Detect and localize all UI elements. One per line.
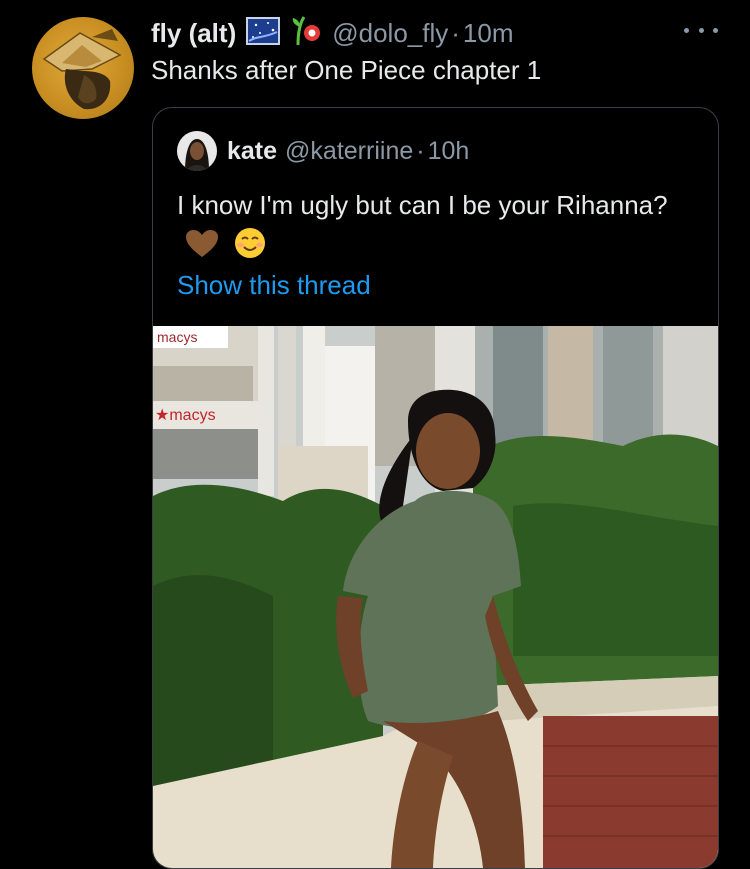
quoted-user-handle[interactable]: @katerriine	[285, 137, 413, 166]
brown-heart-emoji-icon	[185, 229, 219, 270]
quoted-tweet-text: I know I'm ugly but can I be your Rihann…	[177, 186, 697, 270]
quoted-timestamp[interactable]: 10h	[428, 137, 470, 166]
display-name[interactable]: fly (alt)	[151, 18, 236, 49]
tweet[interactable]: fly (alt) @dolo_fly · 10m Shanks after O…	[0, 0, 750, 869]
quoted-tweet-header: kate @katerriine · 10h	[177, 131, 469, 171]
user-avatar[interactable]	[32, 17, 134, 119]
timestamp[interactable]: 10m	[463, 18, 514, 49]
quoted-tweet-text-body: I know I'm ugly but can I be your Rihann…	[177, 190, 668, 220]
show-thread-link[interactable]: Show this thread	[177, 270, 371, 301]
quoted-user-avatar[interactable]	[177, 131, 217, 171]
store-sign: ★macys	[155, 407, 216, 424]
straw-hat-avatar-icon	[42, 29, 122, 110]
tweet-text: Shanks after One Piece chapter 1	[151, 55, 542, 85]
starry-night-emoji-icon	[244, 16, 282, 51]
user-handle[interactable]: @dolo_fly	[332, 18, 448, 49]
tweet-header: fly (alt) @dolo_fly · 10m	[151, 14, 514, 52]
quoted-tweet-card[interactable]: kate @katerriine · 10h I know I'm ugly b…	[152, 107, 719, 869]
plant-emoji-icon	[290, 15, 324, 52]
store-sign-top: macys	[157, 329, 197, 345]
smiling-face-emoji-icon	[234, 227, 266, 270]
separator-dot: ·	[451, 17, 460, 48]
separator-dot: ·	[416, 136, 425, 165]
quoted-display-name[interactable]: kate	[227, 137, 277, 166]
quoted-tweet-photo[interactable]: macys ★macys	[153, 326, 718, 868]
more-options-icon[interactable]	[684, 22, 718, 38]
